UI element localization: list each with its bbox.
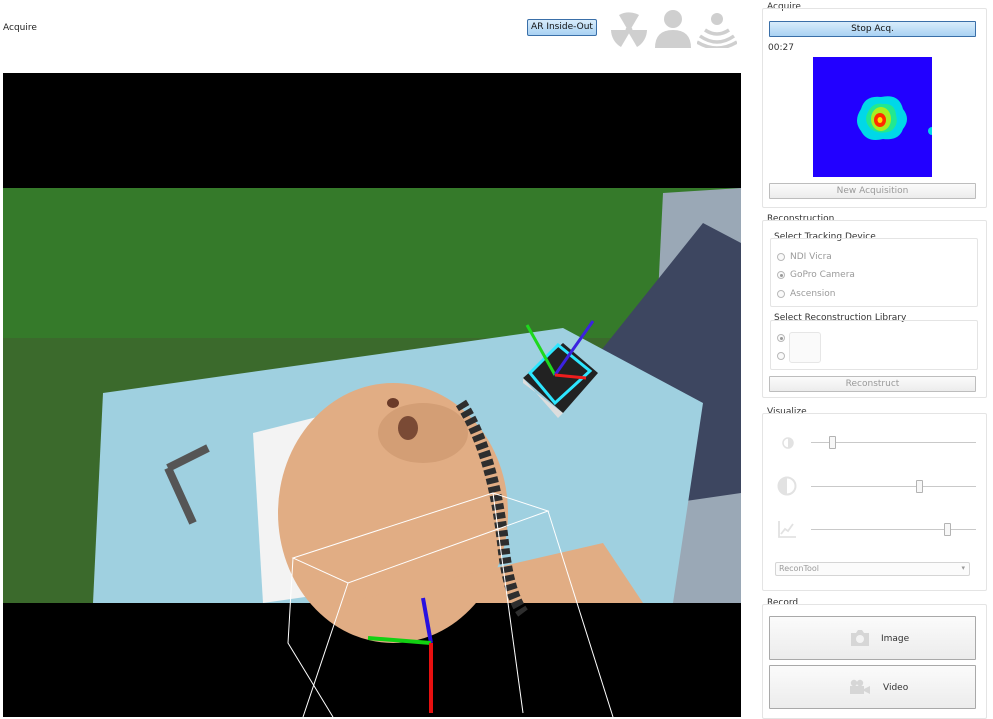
new-acquisition-button[interactable]: New Acquisition xyxy=(769,183,976,199)
mode-label: Acquire xyxy=(3,23,37,33)
radio-ascension[interactable] xyxy=(777,290,785,298)
control-panel: Acquire Stop Acq. 00:27 New Acquisition … xyxy=(761,0,987,719)
chevron-down-icon: ▾ xyxy=(961,564,965,572)
camera-viewport[interactable] xyxy=(3,73,741,717)
person-icon[interactable] xyxy=(653,8,693,48)
ascension-label: Ascension xyxy=(790,289,836,299)
ar-inside-out-button[interactable]: AR Inside-Out xyxy=(527,19,597,36)
radiation-icon[interactable] xyxy=(609,8,649,48)
video-button-label: Video xyxy=(883,683,909,693)
contrast-slider-handle[interactable] xyxy=(916,480,923,493)
signal-waves-icon[interactable] xyxy=(697,8,737,48)
video-camera-icon xyxy=(850,679,870,694)
library-icon-placeholder xyxy=(789,332,821,363)
chart-icon xyxy=(778,521,796,538)
contrast-slider-track xyxy=(811,486,976,487)
ndi-vicra-label: NDI Vicra xyxy=(790,252,832,262)
record-video-button[interactable]: Video xyxy=(769,665,976,709)
reconstruct-button[interactable]: Reconstruct xyxy=(769,376,976,392)
radio-library-1[interactable] xyxy=(777,334,785,342)
chart-slider-track xyxy=(811,529,976,530)
radio-gopro-camera[interactable] xyxy=(777,271,785,279)
chart-slider-handle[interactable] xyxy=(944,523,951,536)
record-image-button[interactable]: Image xyxy=(769,616,976,660)
camera-icon xyxy=(851,630,869,646)
image-button-label: Image xyxy=(881,634,910,644)
recon-tool-dropdown-value: ReconTool xyxy=(779,564,820,573)
brightness-slider-handle[interactable] xyxy=(829,436,836,449)
acquisition-timer: 00:27 xyxy=(768,43,794,53)
radio-ndi-vicra[interactable] xyxy=(777,253,785,261)
stop-acquisition-button[interactable]: Stop Acq. xyxy=(769,21,976,37)
contrast-icon xyxy=(777,476,797,496)
camera-scene xyxy=(3,188,741,717)
brightness-icon xyxy=(782,437,794,449)
recon-tool-dropdown[interactable]: ReconTool ▾ xyxy=(775,562,970,576)
radio-library-2[interactable] xyxy=(777,352,785,360)
heatmap-preview xyxy=(813,57,932,177)
gopro-camera-label: GoPro Camera xyxy=(790,270,855,280)
